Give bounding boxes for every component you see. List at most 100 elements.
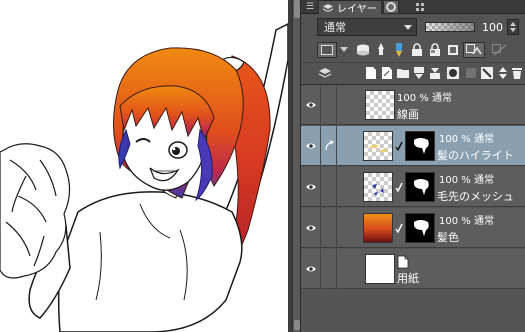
blend-mode-value: 通常 [324,21,346,34]
mask-thumbnail[interactable] [405,213,435,243]
paper-icon [397,255,409,269]
square-icon [466,68,476,78]
illustration [0,23,288,332]
visibility-toggle[interactable] [301,85,321,125]
ruler-layer-button[interactable] [391,42,407,58]
drawing-canvas[interactable] [0,0,288,332]
new-mask-button[interactable] [445,65,461,81]
layer-menu-button[interactable] [317,65,333,81]
mask-shape-icon [414,138,429,154]
canvas-vertical-scrollbar[interactable] [292,0,300,332]
opacity-spinner[interactable] [507,19,519,35]
layer-mode: 通常 [473,134,494,145]
layer-mode: 通常 [431,93,452,104]
draft-layer-button[interactable] [373,42,389,58]
visibility-toggle[interactable] [301,167,321,207]
opacity-value[interactable]: 100 [481,19,503,35]
layer-name: 髪のハイライト [437,149,514,162]
new-folder-button[interactable] [395,65,411,81]
clip-indicator[interactable] [321,249,337,289]
reference-lock-button[interactable] [489,42,511,58]
layer-row-lineart[interactable]: 100 % 通常 線画 [301,85,525,125]
tab-layer[interactable]: レイヤー [318,0,382,15]
tab-navigator[interactable] [383,0,399,14]
mask-link-button[interactable] [479,65,495,81]
layer-name: 線画 [397,108,419,121]
layer-panel: ☰ レイヤー 通常 100 100 % 通常 線画 100 % 通常 髪のハイラ… [300,0,525,332]
color-swatch-icon [321,45,333,55]
mask-link-icon [481,67,493,79]
layer-name: 毛先のメッシュ [437,190,514,203]
updown-icon [499,67,507,79]
transfer-down-button[interactable] [411,65,427,81]
layer-color-dropdown[interactable] [339,42,349,58]
blend-mode-dropdown[interactable]: 通常 [317,18,417,36]
layer-name: 用紙 [397,272,419,285]
layer-info: 100 % 通常 [439,171,494,186]
lock-transparency-button[interactable] [427,42,443,58]
layer-action-toolbar [301,62,525,82]
clip-indicator[interactable] [321,85,337,125]
layer-color-button[interactable] [317,42,337,58]
tab-extra-icon[interactable] [413,0,427,14]
layer-info: 100 % 通常 [439,130,494,145]
layer-thumbnail [365,90,395,120]
checkmark-icon [395,223,403,234]
clip-layer-button[interactable] [445,42,461,58]
layer-row-hair-highlight[interactable]: 100 % 通常 髪のハイライト [301,126,525,166]
clip-icon [448,45,458,55]
layer-row-paper[interactable]: 用紙 [301,249,525,289]
layer-opacity: 100 % [439,216,471,227]
mask-thumbnail[interactable] [405,172,435,202]
layer-row-hair-color[interactable]: 100 % 通常 髪色 [301,208,525,248]
layer-list: 100 % 通常 線画 100 % 通常 髪のハイライト 100 % 通常 毛先… [301,84,525,332]
layer-opacity: 100 % [439,134,471,145]
lock-icon [412,43,422,56]
visibility-toggle[interactable] [301,208,321,248]
clip-below-icon [466,44,482,55]
opacity-slider[interactable] [425,22,475,32]
mask-icon [447,67,459,79]
pen-icon [378,43,384,55]
marker-icon [396,43,402,57]
layer-row-hair-tip-mesh[interactable]: 100 % 通常 毛先のメッシュ [301,167,525,207]
transfer-down-icon [414,67,424,79]
apply-mask-button[interactable] [463,65,479,81]
visibility-toggle[interactable] [301,126,321,166]
panel-menu-icon[interactable]: ☰ [303,0,317,14]
new-page-icon [366,67,376,79]
eye-icon [305,102,316,108]
checkmark-icon [395,182,403,193]
clip-arrow-icon [324,140,334,151]
blend-mode-row: 通常 100 [301,15,525,39]
new-vector-layer-button[interactable] [379,65,395,81]
layer-thumbnail [363,172,393,202]
mask-shape-icon [414,179,429,195]
new-raster-layer-button[interactable] [363,65,379,81]
mesh-strokes-icon [372,184,384,196]
clip-indicator[interactable] [321,208,337,248]
layer-name: 髪色 [437,231,459,244]
merge-down-button[interactable] [427,65,443,81]
layers-icon [318,68,332,78]
layer-thumbnail [365,254,395,284]
layer-opacity: 100 % [397,93,429,104]
layer-property-toolbar [301,40,525,60]
layer-info: 100 % 通常 [397,89,452,104]
clip-indicator[interactable] [321,167,337,207]
visibility-toggle[interactable] [301,249,321,289]
grid-icon [416,3,424,11]
reference-layer-button[interactable] [355,42,371,58]
clip-indicator[interactable] [321,126,337,166]
layer-thumbnail [363,213,393,243]
clip-to-below-button[interactable] [463,42,485,58]
eye-icon [305,266,316,272]
mask-thumbnail[interactable] [405,131,435,161]
chevron-down-icon [404,25,412,30]
eye-icon [305,225,316,231]
delete-layer-button[interactable] [509,65,525,81]
eye-icon [305,143,316,149]
merge-down-icon [430,68,440,79]
lock-layer-button[interactable] [409,42,425,58]
trash-icon [512,68,522,79]
